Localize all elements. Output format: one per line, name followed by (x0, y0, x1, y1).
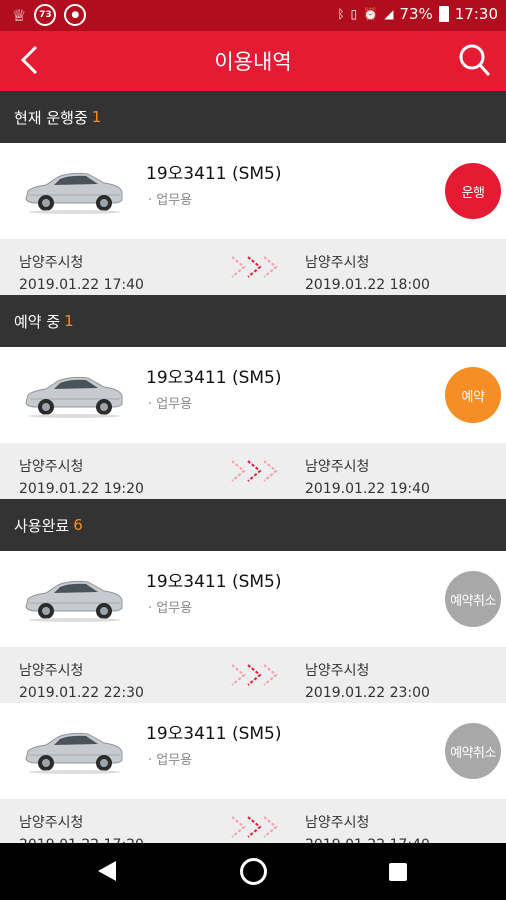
arrival: 남양주시청 2019.01.22 17:40 (305, 812, 430, 843)
nav-recents-icon[interactable] (389, 863, 407, 881)
car-purpose: · 업무용 (148, 601, 193, 616)
departure: 남양주시청 2019.01.22 17:40 (19, 252, 144, 296)
arrival: 남양주시청 2019.01.22 18:00 (305, 252, 430, 296)
booking-card[interactable]: 19오3411 (SM5) · 업무용 예약취소 (0, 551, 506, 647)
arrival-place: 남양주시청 (305, 815, 370, 831)
notification-count-icon: 73 (34, 4, 57, 26)
history-list[interactable]: 현재 운행중 1 19오3411 (SM5) · 업무용 운행 남양주시청 20… (0, 91, 506, 843)
arrival-place: 남양주시청 (305, 459, 370, 475)
departure-time: 2019.01.22 17:40 (19, 277, 144, 293)
car-name: 19오3411 (SM5) (146, 572, 282, 592)
car-name: 19오3411 (SM5) (146, 724, 282, 744)
section-count: 1 (64, 312, 74, 330)
arrival-time: 2019.01.22 19:40 (305, 481, 430, 497)
departure-place: 남양주시청 (19, 815, 84, 831)
departure-place: 남양주시청 (19, 459, 84, 475)
vibrate-icon: ▯ (350, 7, 358, 21)
departure-time: 2019.01.22 22:30 (19, 685, 144, 701)
section-header: 현재 운행중 1 (0, 91, 506, 143)
booking-card[interactable]: 19오3411 (SM5) · 업무용 예약취소 (0, 703, 506, 799)
arrival-place: 남양주시청 (305, 663, 370, 679)
status-badge[interactable]: 예약 (445, 367, 501, 423)
route-info: 남양주시청 2019.01.22 19:20 남양주시청 2019.01.22 … (0, 443, 506, 499)
alarm-icon: ⏰ (363, 7, 379, 21)
nav-home-icon[interactable] (240, 858, 267, 885)
notification-icon: ♕ (12, 5, 27, 25)
section-header: 예약 중 1 (0, 295, 506, 347)
departure: 남양주시청 2019.01.22 17:20 (19, 812, 144, 843)
arrival-time: 2019.01.22 23:00 (305, 685, 430, 701)
car-name: 19오3411 (SM5) (146, 164, 282, 184)
status-badge[interactable]: 예약취소 (445, 571, 501, 627)
status-badge[interactable]: 운행 (445, 163, 501, 219)
route-arrows-icon (230, 253, 280, 281)
car-image (22, 725, 126, 775)
search-icon[interactable] (458, 42, 492, 78)
clock: 17:30 (454, 5, 498, 23)
battery-percent: 73% (399, 5, 433, 23)
car-purpose: · 업무용 (148, 397, 193, 412)
battery-icon (438, 6, 449, 22)
record-icon: ● (64, 4, 87, 26)
booking-card[interactable]: 19오3411 (SM5) · 업무용 예약 (0, 347, 506, 443)
system-nav-bar (0, 843, 506, 900)
app-bar: 이용내역 (0, 31, 506, 91)
page-title: 이용내역 (214, 50, 292, 74)
car-image (22, 369, 126, 419)
arrival-time: 2019.01.22 17:40 (305, 834, 430, 843)
section-count: 6 (73, 516, 83, 534)
route-info: 남양주시청 2019.01.22 22:30 남양주시청 2019.01.22 … (0, 647, 506, 703)
arrival: 남양주시청 2019.01.22 19:40 (305, 456, 430, 500)
car-purpose: · 업무용 (148, 193, 193, 208)
departure-place: 남양주시청 (19, 255, 84, 271)
signal-icon: ◢ (384, 7, 394, 21)
section-count: 1 (91, 108, 102, 126)
car-name: 19오3411 (SM5) (146, 368, 282, 388)
arrival-place: 남양주시청 (305, 255, 370, 271)
route-arrows-icon (230, 813, 280, 841)
departure-place: 남양주시청 (19, 663, 84, 679)
arrival: 남양주시청 2019.01.22 23:00 (305, 660, 430, 704)
status-bar: ♕ 73 ● ᛒ ▯ ⏰ ◢ 73% 17:30 (0, 0, 506, 31)
route-arrows-icon (230, 661, 280, 689)
car-image (22, 573, 126, 623)
car-image (22, 165, 126, 215)
status-badge[interactable]: 예약취소 (445, 723, 501, 779)
section-title: 사용완료 (14, 516, 70, 535)
route-info: 남양주시청 2019.01.22 17:20 남양주시청 2019.01.22 … (0, 799, 506, 843)
departure-time: 2019.01.22 17:20 (19, 834, 144, 843)
arrival-time: 2019.01.22 18:00 (305, 277, 430, 293)
section-header: 사용완료 6 (0, 499, 506, 551)
section-title: 현재 운행중 (14, 108, 88, 127)
departure-time: 2019.01.22 19:20 (19, 481, 144, 497)
nav-back-icon[interactable] (98, 861, 116, 881)
route-arrows-icon (230, 457, 280, 485)
bluetooth-icon: ᛒ (337, 7, 345, 21)
route-info: 남양주시청 2019.01.22 17:40 남양주시청 2019.01.22 … (0, 239, 506, 295)
section-title: 예약 중 (14, 312, 61, 331)
departure: 남양주시청 2019.01.22 19:20 (19, 456, 144, 500)
car-purpose: · 업무용 (148, 753, 193, 768)
booking-card[interactable]: 19오3411 (SM5) · 업무용 운행 (0, 143, 506, 239)
departure: 남양주시청 2019.01.22 22:30 (19, 660, 144, 704)
